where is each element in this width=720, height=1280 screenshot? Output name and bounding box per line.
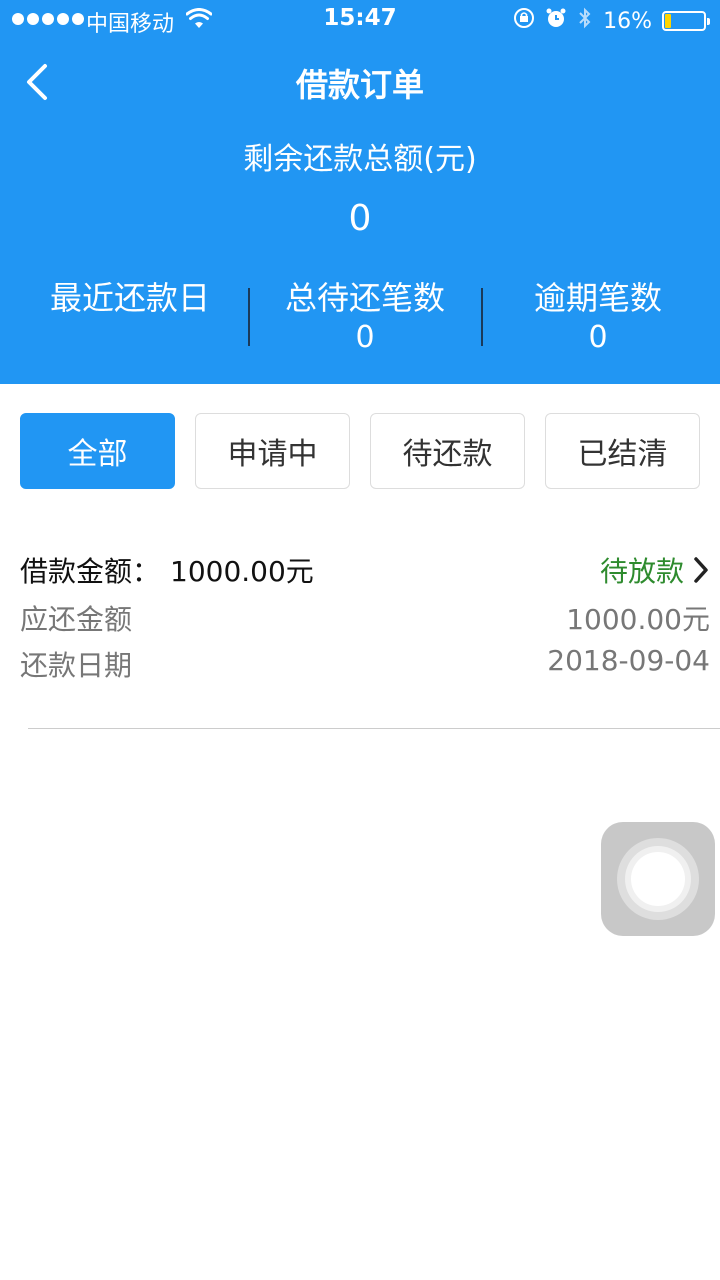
- stat-label: 总待还笔数: [284, 279, 445, 317]
- header: 中国移动 15:47 16% 借款订单 剩余还款总额(元) 0 最近还款日 总待…: [0, 0, 720, 384]
- remaining-total-label: 剩余还款总额(元): [243, 142, 477, 177]
- order-item[interactable]: 借款金额： 1000.00元 待放款 应还金额 1000.00元 还款日期 20…: [20, 546, 710, 686]
- alarm-icon: [545, 7, 567, 35]
- order-header-row: 借款金额： 1000.00元 待放款: [20, 546, 710, 594]
- repay-date-row: 还款日期 2018-09-04: [20, 640, 710, 686]
- stat-overdue-count: 逾期笔数 0: [486, 276, 710, 356]
- status-bar: 中国移动 15:47 16%: [0, 0, 720, 40]
- tab-settled[interactable]: 已结清: [545, 413, 700, 489]
- tab-applying[interactable]: 申请中: [195, 413, 350, 489]
- divider: [481, 288, 483, 346]
- stat-label: 最近还款日: [49, 279, 210, 317]
- stat-label: 逾期笔数: [533, 279, 662, 317]
- bluetooth-icon: [577, 6, 593, 36]
- loan-amount-value: 1000.00元: [170, 555, 314, 588]
- order-status-badge: 待放款: [599, 555, 684, 588]
- loan-amount-label: 借款金额：: [20, 555, 161, 588]
- stat-pending-count: 总待还笔数 0: [252, 276, 478, 356]
- repay-date-label: 还款日期: [20, 649, 133, 682]
- assistive-touch-button[interactable]: [601, 822, 715, 936]
- repay-amount-label: 应还金额: [20, 603, 133, 636]
- repay-amount-row: 应还金额 1000.00元: [20, 594, 710, 640]
- page-title: 借款订单: [295, 66, 424, 104]
- divider: [28, 728, 720, 729]
- repay-amount-value: 1000.00元: [566, 603, 710, 636]
- repay-date-value: 2018-09-04: [547, 644, 710, 677]
- battery-icon: [662, 11, 710, 31]
- stat-latest-repay-date: 最近还款日: [30, 276, 230, 320]
- tab-pending-repayment[interactable]: 待还款: [370, 413, 525, 489]
- orientation-lock-icon: [513, 7, 535, 35]
- remaining-total-amount: 0: [348, 198, 372, 239]
- stats-row: 最近还款日 总待还笔数 0 逾期笔数 0: [0, 276, 720, 356]
- battery-percent: 16%: [603, 8, 652, 34]
- stat-value: 0: [355, 320, 375, 355]
- stat-value: 0: [588, 320, 608, 355]
- tab-all[interactable]: 全部: [20, 413, 175, 489]
- filter-tabs: 全部 申请中 待还款 已结清: [20, 413, 700, 489]
- chevron-right-icon: [692, 556, 710, 588]
- divider: [248, 288, 250, 346]
